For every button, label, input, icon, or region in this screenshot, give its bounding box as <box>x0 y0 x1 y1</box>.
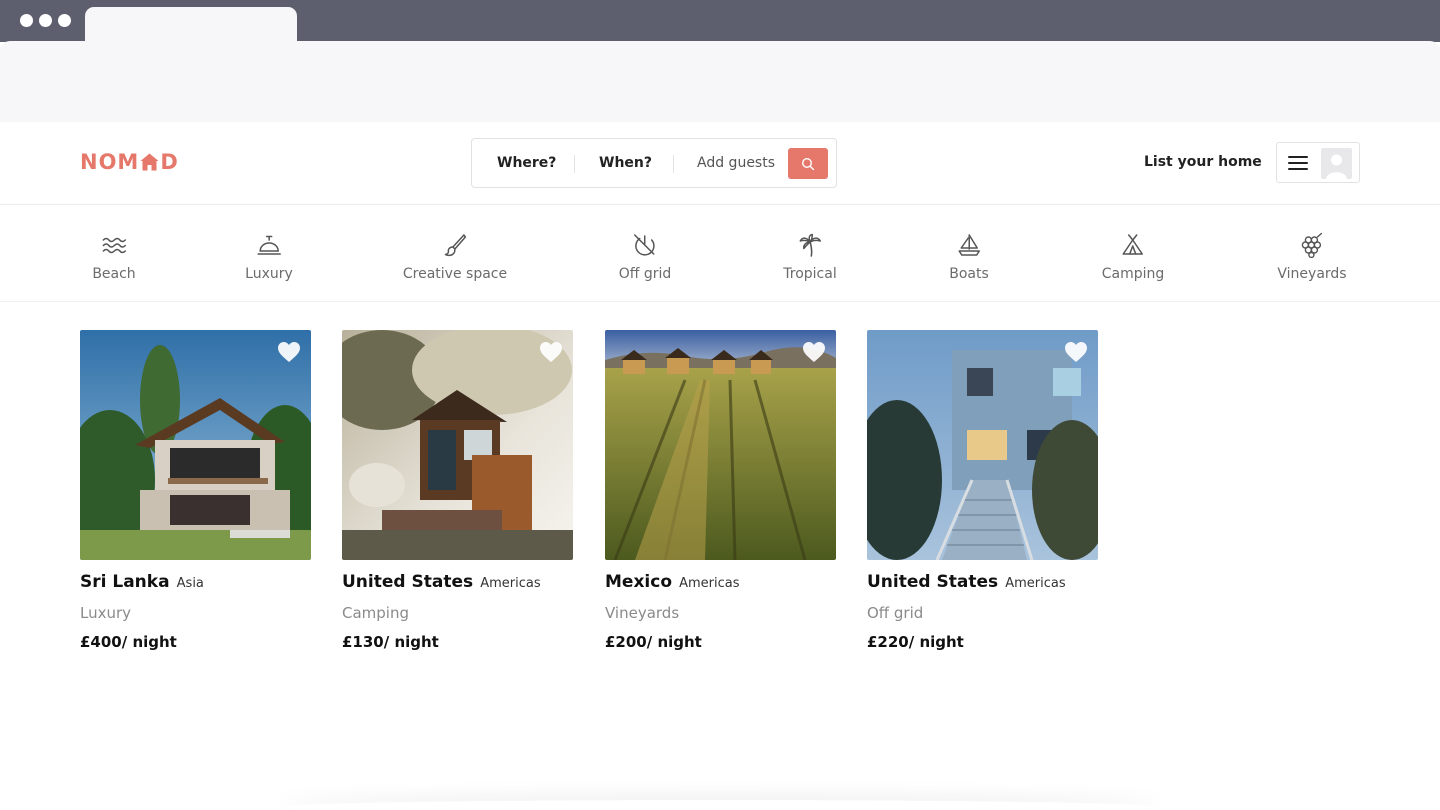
service-bell-icon <box>257 235 281 255</box>
category-creative-space[interactable]: Creative space <box>403 232 507 282</box>
category-bar: Beach Luxury Creative space Off grid Tro… <box>0 205 1440 302</box>
listing-country: Mexico <box>605 572 672 592</box>
blue-house-boardwalk-photo[interactable] <box>867 330 1098 560</box>
category-beach[interactable]: Beach <box>92 232 136 282</box>
site-header: NOM D Where? When? Add guests List your … <box>0 122 1440 205</box>
category-label: Boats <box>949 266 989 282</box>
off-grid-icon <box>634 234 655 256</box>
guests-field[interactable]: Add guests <box>697 154 775 172</box>
category-label: Creative space <box>402 266 508 282</box>
logo-text-right: D <box>160 150 179 174</box>
category-vineyards[interactable]: Vineyards <box>1277 232 1347 282</box>
house-logo-icon <box>140 152 159 171</box>
listing-country: United States <box>342 572 474 592</box>
window-maximize-dot[interactable] <box>58 14 71 27</box>
category-label: Beach <box>92 266 136 282</box>
modern-house-photo[interactable] <box>80 330 311 560</box>
browser-titlebar <box>0 0 1440 43</box>
when-field[interactable]: When? <box>599 154 652 172</box>
favorite-heart-icon[interactable] <box>802 341 826 363</box>
category-label: Vineyards <box>1277 266 1347 282</box>
hamburger-icon <box>1288 156 1308 170</box>
category-label: Luxury <box>245 266 293 282</box>
listing-region: Americas <box>480 576 541 591</box>
user-avatar-icon <box>1321 148 1352 179</box>
window-close-dot[interactable] <box>20 14 33 27</box>
listing-category: Luxury <box>80 604 132 622</box>
nomad-logo[interactable]: NOM D <box>80 150 179 174</box>
listing-price: £220/ night <box>867 633 964 651</box>
category-tropical[interactable]: Tropical <box>783 232 837 282</box>
listing-card[interactable]: Sri Lanka Asia Luxury £400/ night <box>80 330 311 651</box>
listing-country: United States <box>867 572 999 592</box>
logo-text-left: NOM <box>80 150 140 174</box>
window-minimize-dot[interactable] <box>39 14 52 27</box>
waves-icon <box>102 237 126 254</box>
search-bar[interactable]: Where? When? Add guests <box>471 138 837 188</box>
category-camping[interactable]: Camping <box>1101 232 1165 282</box>
listing-price: £130/ night <box>342 633 439 651</box>
category-label: Off grid <box>618 266 672 282</box>
search-button[interactable] <box>788 148 828 179</box>
listing-category: Off grid <box>867 604 924 622</box>
listing-price: £200/ night <box>605 633 702 651</box>
category-off-grid[interactable]: Off grid <box>618 232 672 282</box>
where-field[interactable]: Where? <box>497 154 556 172</box>
category-luxury[interactable]: Luxury <box>245 232 293 282</box>
browser-toolbar <box>0 41 1440 122</box>
listing-card[interactable]: Mexico Americas Vineyards £200/ night <box>605 330 836 651</box>
listing-title: Sri Lanka Asia <box>80 572 311 592</box>
sailboat-icon <box>958 234 980 256</box>
tent-icon <box>1122 234 1144 255</box>
listing-category: Camping <box>342 604 409 622</box>
listing-category: Vineyards <box>605 604 680 622</box>
category-boats[interactable]: Boats <box>949 232 989 282</box>
listing-card[interactable]: United States Americas Camping £130/ nig… <box>342 330 573 651</box>
favorite-heart-icon[interactable] <box>1064 341 1088 363</box>
listing-country: Sri Lanka <box>80 572 170 592</box>
listing-title: United States Americas <box>867 572 1098 592</box>
palm-tree-icon <box>799 233 821 257</box>
user-menu-button[interactable] <box>1276 142 1360 183</box>
list-your-home-link[interactable]: List your home <box>1144 154 1262 170</box>
listing-region: Asia <box>176 576 204 591</box>
paintbrush-icon <box>444 234 467 257</box>
search-divider <box>574 155 575 173</box>
listing-region: Americas <box>1005 576 1066 591</box>
search-divider <box>673 155 674 173</box>
listing-title: Mexico Americas <box>605 572 836 592</box>
listing-region: Americas <box>679 576 740 591</box>
listing-title: United States Americas <box>342 572 573 592</box>
category-label: Camping <box>1101 266 1165 282</box>
grapes-icon <box>1301 232 1322 258</box>
vineyard-cabins-photo[interactable] <box>605 330 836 560</box>
listing-card[interactable]: United States Americas Off grid £220/ ni… <box>867 330 1098 651</box>
page-bottom-shadow <box>280 800 1160 810</box>
treehouse-cabin-photo[interactable] <box>342 330 573 560</box>
category-label: Tropical <box>783 266 837 282</box>
search-icon <box>801 157 815 170</box>
favorite-heart-icon[interactable] <box>277 341 301 363</box>
listing-price: £400/ night <box>80 633 177 651</box>
window-controls[interactable] <box>20 14 71 27</box>
favorite-heart-icon[interactable] <box>539 341 563 363</box>
browser-tab[interactable] <box>85 7 297 43</box>
